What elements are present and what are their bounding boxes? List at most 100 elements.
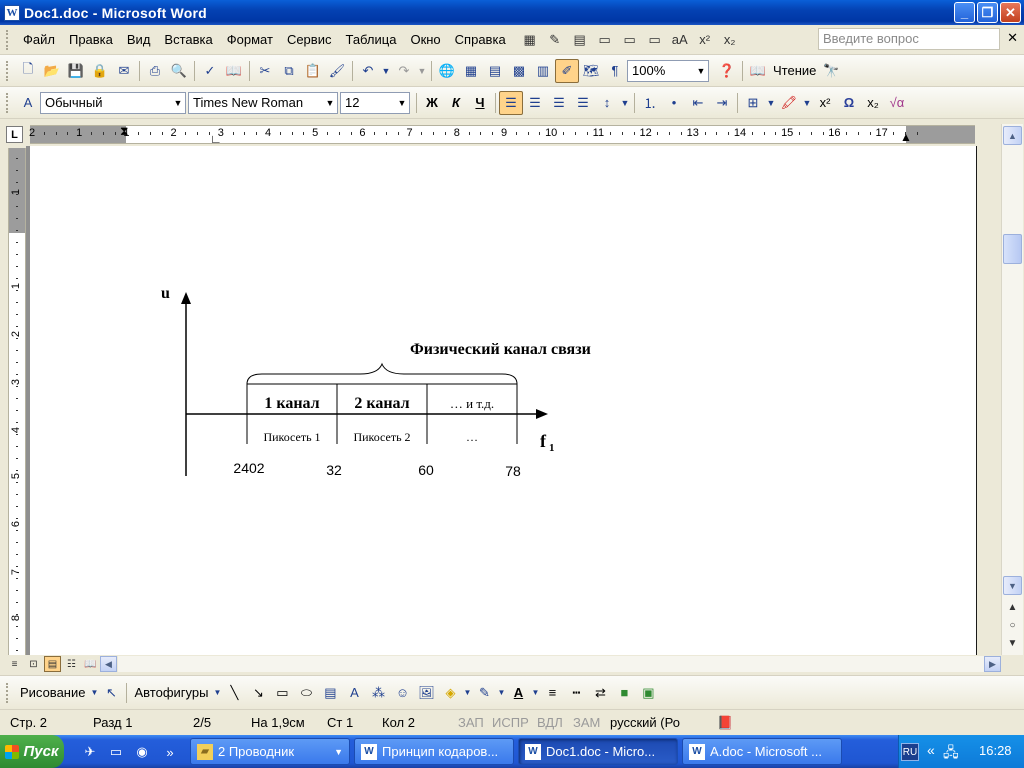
status-extend[interactable]: ВДЛ [537, 715, 563, 730]
align-center-icon[interactable]: ☰ [523, 91, 547, 115]
document-close-icon[interactable]: ✕ [1007, 30, 1018, 46]
cut-icon[interactable]: ✂ [253, 59, 277, 83]
fill-color-icon[interactable]: ◈ [438, 681, 462, 705]
normal-view-icon[interactable]: ≡ [6, 656, 23, 672]
menu-insert[interactable]: Вставка [157, 30, 219, 49]
diagram-icon[interactable]: ⁂ [366, 681, 390, 705]
next-page-icon[interactable]: ▼ [1003, 634, 1022, 652]
email-icon[interactable]: ✉ [112, 59, 136, 83]
font-size-select[interactable]: 12 ▼ [340, 91, 410, 114]
research-icon[interactable]: 📖 [222, 59, 246, 83]
page-icon[interactable]: ▭ [644, 29, 666, 51]
chevron-down-icon[interactable]: ▼ [323, 93, 337, 113]
minimize-button[interactable]: _ [954, 2, 975, 23]
start-button[interactable]: Пуск [0, 735, 64, 768]
change-case-icon[interactable]: aA [669, 29, 691, 51]
style-select[interactable]: Обычный ▼ [40, 91, 186, 114]
italic-icon[interactable]: К [444, 91, 468, 115]
tables-borders-icon[interactable]: ▦ [459, 59, 483, 83]
open-folder-icon[interactable]: 📂 [40, 59, 64, 83]
text-box-icon[interactable]: ▤ [318, 681, 342, 705]
oval-tool-icon[interactable]: ⬭ [294, 681, 318, 705]
language-indicator[interactable]: RU [901, 743, 919, 761]
menu-tools[interactable]: Сервис [280, 30, 339, 49]
task-a-doc[interactable]: W A.doc - Microsoft ... [682, 738, 842, 765]
scroll-up-arrow-icon[interactable]: ▲ [1003, 126, 1022, 145]
menu-help[interactable]: Справка [448, 30, 513, 49]
document-map-icon[interactable]: 🗺 [579, 59, 603, 83]
quicklaunch-more-icon[interactable]: » [160, 742, 180, 762]
line-color-dropdown-icon[interactable]: ▼ [496, 681, 506, 705]
subscript-icon[interactable]: x₂ [719, 29, 741, 51]
drawing-icon[interactable]: ✐ [555, 58, 579, 83]
copy-icon[interactable]: ⧉ [277, 59, 301, 83]
autoshapes-dropdown-icon[interactable]: ▼ [212, 681, 222, 705]
print-layout-icon[interactable]: ▤ [44, 656, 61, 672]
ask-question-input[interactable]: Введите вопрос [818, 28, 1000, 50]
footer-icon[interactable]: ▭ [619, 29, 641, 51]
show-hide-icon[interactable]: ¶ [603, 59, 627, 83]
left-indent-marker[interactable]: ⧗ [120, 125, 128, 137]
superscript-icon[interactable]: x² [694, 29, 716, 51]
task-doc1[interactable]: W Doc1.doc - Micro... [518, 738, 678, 765]
right-indent-marker[interactable]: ▲ [900, 131, 912, 143]
tab-selector[interactable]: L [6, 126, 23, 143]
toolbar-grip[interactable] [6, 60, 10, 81]
line-style-icon[interactable]: ≡ [540, 681, 564, 705]
3d-style-icon[interactable]: ▣ [636, 681, 660, 705]
font-color-icon[interactable]: A [506, 681, 530, 705]
justify-icon[interactable]: ☰ [571, 91, 595, 115]
vertical-scrollbar[interactable]: ▲ ▼ ▲ ○ ▼ [1001, 124, 1023, 655]
horizontal-ruler[interactable]: 2 1 1 2 3 4 5 6 7 8 9 10 11 12 13 14 15 16 17 ⧗ ▲ ∟ [29, 125, 975, 145]
menu-format[interactable]: Формат [220, 30, 280, 49]
task-explorer[interactable]: ▰ 2 Проводник ▼ [190, 738, 350, 765]
document-area[interactable]: u f 1 Физический канал связи 1 канал 2 к… [26, 146, 977, 655]
line-spacing-dropdown-icon[interactable]: ▼ [619, 91, 631, 115]
subscript-icon[interactable]: x₂ [861, 91, 885, 115]
print-preview-icon[interactable]: 🔍 [167, 59, 191, 83]
status-overtype[interactable]: ЗАМ [573, 715, 600, 730]
horizontal-scrollbar[interactable] [118, 656, 984, 672]
scroll-thumb[interactable] [1003, 234, 1022, 264]
show-desktop-icon[interactable]: ▭ [106, 742, 126, 762]
restore-button[interactable]: ❐ [977, 2, 998, 23]
scroll-down-arrow-icon[interactable]: ▼ [1003, 576, 1022, 595]
insert-table-icon[interactable]: ▤ [483, 59, 507, 83]
rectangle-tool-icon[interactable]: ▭ [270, 681, 294, 705]
tray-expand-icon[interactable]: « [927, 742, 935, 758]
decrease-indent-icon[interactable]: ⇤ [686, 91, 710, 115]
spelling-status-icon[interactable]: 📕 [717, 715, 733, 731]
insert-excel-icon[interactable]: ▩ [507, 59, 531, 83]
equation-icon[interactable]: √α [885, 91, 909, 115]
bullets-icon[interactable]: • [662, 91, 686, 115]
scroll-left-arrow-icon[interactable]: ◀ [100, 656, 117, 672]
highlight-icon[interactable]: 🖍 [777, 91, 801, 115]
line-tool-icon[interactable]: ╲ [222, 681, 246, 705]
find-binoculars-icon[interactable]: 🔭 [819, 59, 843, 83]
paste-icon[interactable]: 📋 [301, 59, 325, 83]
clipart-icon[interactable]: ☺ [390, 681, 414, 705]
shadow-style-icon[interactable]: ■ [612, 681, 636, 705]
reading-layout-icon[interactable]: 📖 [746, 59, 770, 83]
header-icon[interactable]: ▭ [594, 29, 616, 51]
chevron-down-icon[interactable]: ▼ [694, 61, 708, 81]
chevron-down-icon[interactable]: ▼ [171, 93, 185, 113]
superscript-icon[interactable]: x² [813, 91, 837, 115]
line-color-icon[interactable]: ✎ [472, 681, 496, 705]
menu-table[interactable]: Таблица [338, 30, 403, 49]
select-objects-icon[interactable]: ↖ [99, 681, 123, 705]
columns-icon[interactable]: ▥ [531, 59, 555, 83]
draw-menu-dropdown-icon[interactable]: ▼ [89, 681, 99, 705]
borders-icon[interactable]: ⊞ [741, 91, 765, 115]
picture-icon[interactable]: 🖼 [414, 681, 438, 705]
print-icon[interactable]: ⎙ [143, 59, 167, 83]
format-painter-icon[interactable]: 🖌 [325, 59, 349, 83]
quicklaunch-app-icon[interactable]: ✈ [80, 742, 100, 762]
line-spacing-icon[interactable]: ↕ [595, 91, 619, 115]
undo-dropdown-icon[interactable]: ▼ [380, 59, 392, 83]
menu-file[interactable]: Файл [16, 30, 62, 49]
reading-view-icon[interactable]: 📖 [82, 656, 99, 672]
bold-icon[interactable]: Ж [420, 91, 444, 115]
align-left-icon[interactable]: ☰ [499, 90, 523, 115]
menu-view[interactable]: Вид [120, 30, 158, 49]
